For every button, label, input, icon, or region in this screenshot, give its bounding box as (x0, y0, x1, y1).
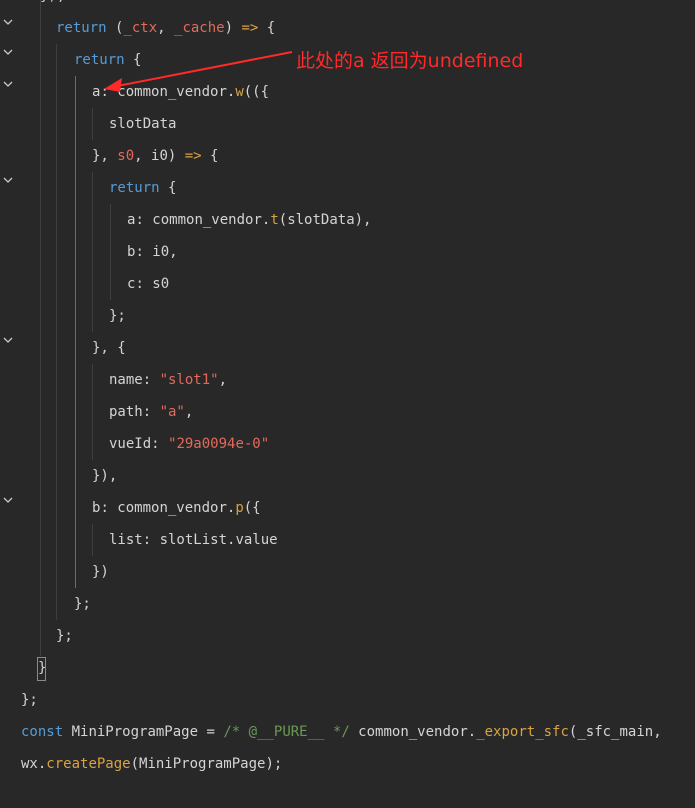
code-token: => (184, 148, 202, 164)
code-token: p (235, 500, 244, 516)
indent-guide (92, 524, 93, 556)
code-line[interactable]: }, { (92, 332, 126, 364)
code-token: s0 (117, 148, 135, 164)
code-line[interactable]: const MiniProgramPage = /* @__PURE__ */ … (21, 716, 662, 748)
code-token: , (134, 148, 152, 164)
code-token: slotData (287, 212, 355, 228)
code-token: return (109, 180, 160, 196)
code-token: MiniProgramPage = (63, 724, 224, 740)
code-token: , (218, 372, 228, 388)
indent-guide-active (75, 76, 76, 588)
code-token: "slot1" (159, 372, 219, 388)
code-token: slotList (159, 532, 228, 548)
code-token: }; (109, 308, 126, 324)
annotation-arrow-icon (104, 51, 293, 92)
code-line[interactable]: name: "slot1", (109, 364, 227, 396)
code-token: : (142, 532, 160, 548)
code-token: } (38, 660, 47, 676)
code-token: (_sfc_main, (568, 724, 662, 740)
code-token: : (142, 372, 160, 388)
code-token: const (21, 724, 64, 740)
code-token: : (142, 404, 160, 420)
code-token: : (151, 436, 169, 452)
code-token: value (235, 532, 278, 548)
fold-chevron-down-icon[interactable] (2, 334, 14, 346)
code-token: i0 (152, 244, 170, 260)
code-token: (MiniProgramPage); (130, 756, 283, 772)
code-token: }, { (92, 340, 126, 356)
code-line[interactable]: }) (92, 556, 109, 588)
code-token: , (169, 244, 178, 260)
code-token: }; (21, 692, 38, 708)
code-token: }), (92, 468, 118, 484)
code-token: "a" (159, 404, 185, 420)
code-token: common_vendor (117, 500, 227, 516)
code-line[interactable]: }; (56, 620, 73, 652)
code-token: list (109, 532, 143, 548)
code-line[interactable]: vueId: "29a0094e-0" (109, 428, 269, 460)
code-token: common_vendor (152, 212, 262, 228)
indent-guide (56, 44, 57, 620)
code-token: t (270, 212, 279, 228)
code-line[interactable]: }; (109, 300, 126, 332)
code-token: { (159, 180, 177, 196)
editor-gutter (0, 0, 18, 808)
code-token: : (135, 276, 153, 292)
code-token: common_vendor. (349, 724, 477, 740)
code-line[interactable]: path: "a", (109, 396, 193, 428)
indent-guide (92, 172, 93, 332)
code-line[interactable]: }; (21, 684, 38, 716)
code-token: i0 (151, 148, 168, 164)
code-line[interactable]: }, s0, i0) => { (92, 140, 218, 172)
code-line[interactable]: b: i0, (127, 236, 178, 268)
code-token: ({ (243, 500, 261, 516)
code-line[interactable]: }), (92, 460, 117, 492)
fold-chevron-down-icon[interactable] (2, 494, 14, 506)
code-line[interactable]: return { (109, 172, 176, 204)
code-editor[interactable]: }); return (_ctx, _cache) => { return { … (0, 0, 695, 808)
indent-guide (110, 204, 111, 300)
code-token: : (135, 212, 153, 228)
code-token: ), (354, 212, 372, 228)
code-token: }; (56, 628, 73, 644)
fold-chevron-down-icon[interactable] (2, 174, 14, 186)
code-token: "29a0094e-0" (168, 436, 270, 452)
code-line[interactable]: list: slotList.value (109, 524, 278, 556)
code-token: : (135, 244, 153, 260)
code-line[interactable]: c: s0 (127, 268, 169, 300)
code-token: { (201, 148, 219, 164)
code-token: _export_sfc (476, 724, 569, 740)
code-token: }, (92, 148, 118, 164)
code-token: : (100, 500, 118, 516)
code-token: /* @__PURE__ */ (223, 724, 350, 740)
code-token: wx (21, 756, 38, 772)
code-line[interactable]: }; (74, 588, 91, 620)
code-token: ) (167, 148, 185, 164)
code-token: ( (278, 212, 288, 228)
code-line[interactable]: b: common_vendor.p({ (92, 492, 261, 524)
code-token: createPage (46, 756, 131, 772)
code-line[interactable]: a: common_vendor.t(slotData), (127, 204, 371, 236)
code-token: s0 (152, 276, 170, 292)
code-token: path (109, 404, 143, 420)
code-token: name (109, 372, 143, 388)
indent-guide (92, 364, 93, 460)
code-line[interactable]: wx.createPage(MiniProgramPage); (21, 748, 282, 780)
code-line[interactable]: } (38, 652, 46, 684)
code-token: , (184, 404, 194, 420)
code-token: }; (74, 596, 91, 612)
code-token: }) (92, 564, 109, 580)
code-token: vueId (109, 436, 152, 452)
